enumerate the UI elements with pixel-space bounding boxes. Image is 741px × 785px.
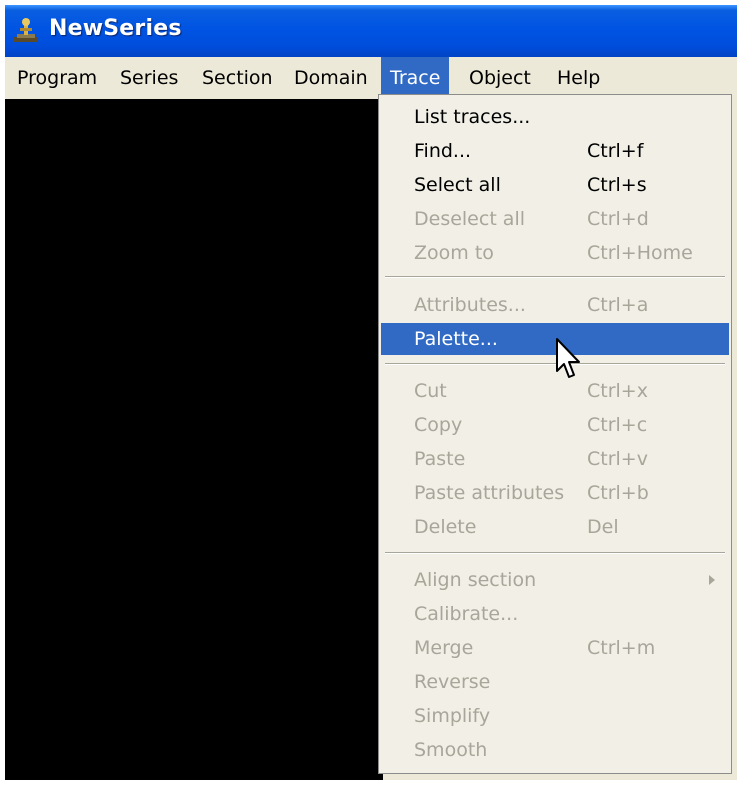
menuitem-label: Deselect all — [414, 208, 526, 230]
menuitem-attributes[interactable]: Attributes... Ctrl+a — [381, 289, 729, 321]
menuitem-label: Paste attributes — [414, 482, 565, 504]
menuitem-label: Select all — [414, 174, 501, 196]
menu-separator — [385, 552, 725, 554]
menu-trace[interactable]: Trace — [381, 57, 450, 99]
mouse-pointer-icon — [556, 338, 580, 378]
menu-program[interactable]: Program — [8, 57, 106, 99]
section-canvas[interactable] — [5, 99, 383, 780]
menuitem-shortcut: Ctrl+m — [587, 637, 656, 659]
menuitem-align-section[interactable]: Align section — [381, 564, 729, 596]
menuitem-calibrate[interactable]: Calibrate... — [381, 598, 729, 630]
menuitem-label: Reverse — [414, 671, 491, 693]
menuitem-paste[interactable]: Paste Ctrl+v — [381, 443, 729, 475]
menuitem-label: Cut — [414, 380, 447, 402]
trace-dropdown-menu: List traces... Find... Ctrl+f Select all… — [378, 94, 732, 774]
menuitem-shortcut: Ctrl+s — [587, 174, 647, 196]
menuitem-label: Simplify — [414, 705, 491, 727]
menu-domain[interactable]: Domain — [285, 57, 377, 99]
menu-help[interactable]: Help — [548, 57, 609, 99]
menuitem-shortcut: Ctrl+f — [587, 140, 644, 162]
menu-series[interactable]: Series — [111, 57, 187, 99]
menuitem-shortcut: Ctrl+c — [587, 414, 648, 436]
menuitem-list-traces[interactable]: List traces... — [381, 101, 729, 133]
submenu-arrow-icon — [709, 575, 715, 585]
menuitem-shortcut: Ctrl+a — [587, 294, 649, 316]
menuitem-merge[interactable]: Merge Ctrl+m — [381, 632, 729, 664]
menu-section[interactable]: Section — [193, 57, 282, 99]
menuitem-shortcut: Ctrl+d — [587, 208, 649, 230]
menuitem-reverse[interactable]: Reverse — [381, 666, 729, 698]
menuitem-label: Calibrate... — [414, 603, 519, 625]
menuitem-label: Zoom to — [414, 242, 494, 264]
menuitem-label: Align section — [414, 569, 537, 591]
menuitem-copy[interactable]: Copy Ctrl+c — [381, 409, 729, 441]
menuitem-label: Find... — [414, 140, 472, 162]
menuitem-label: Palette... — [414, 328, 498, 350]
menu-object[interactable]: Object — [460, 57, 540, 99]
menuitem-label: Copy — [414, 414, 463, 436]
menuitem-shortcut: Ctrl+Home — [587, 242, 693, 264]
menuitem-delete[interactable]: Delete Del — [381, 511, 729, 543]
menuitem-label: Attributes... — [414, 294, 526, 316]
menuitem-label: Delete — [414, 516, 477, 538]
app-logo-icon — [14, 18, 38, 42]
title-bar[interactable]: NewSeries — [5, 5, 737, 57]
menuitem-label: List traces... — [414, 106, 531, 128]
menuitem-simplify[interactable]: Simplify — [381, 700, 729, 732]
menuitem-paste-attributes[interactable]: Paste attributes Ctrl+b — [381, 477, 729, 509]
menuitem-label: Paste — [414, 448, 466, 470]
menuitem-select-all[interactable]: Select all Ctrl+s — [381, 169, 729, 201]
menu-bar: Program Series Section Domain Trace Obje… — [5, 57, 737, 99]
menuitem-find[interactable]: Find... Ctrl+f — [381, 135, 729, 167]
menuitem-zoom-to[interactable]: Zoom to Ctrl+Home — [381, 237, 729, 269]
menuitem-smooth[interactable]: Smooth — [381, 734, 729, 766]
menuitem-label: Smooth — [414, 739, 488, 761]
menuitem-shortcut: Del — [587, 516, 619, 538]
menuitem-shortcut: Ctrl+x — [587, 380, 648, 402]
menuitem-shortcut: Ctrl+v — [587, 448, 648, 470]
menuitem-deselect-all[interactable]: Deselect all Ctrl+d — [381, 203, 729, 235]
window-title: NewSeries — [49, 16, 182, 41]
menuitem-shortcut: Ctrl+b — [587, 482, 649, 504]
menuitem-label: Merge — [414, 637, 474, 659]
menu-separator — [385, 276, 725, 278]
